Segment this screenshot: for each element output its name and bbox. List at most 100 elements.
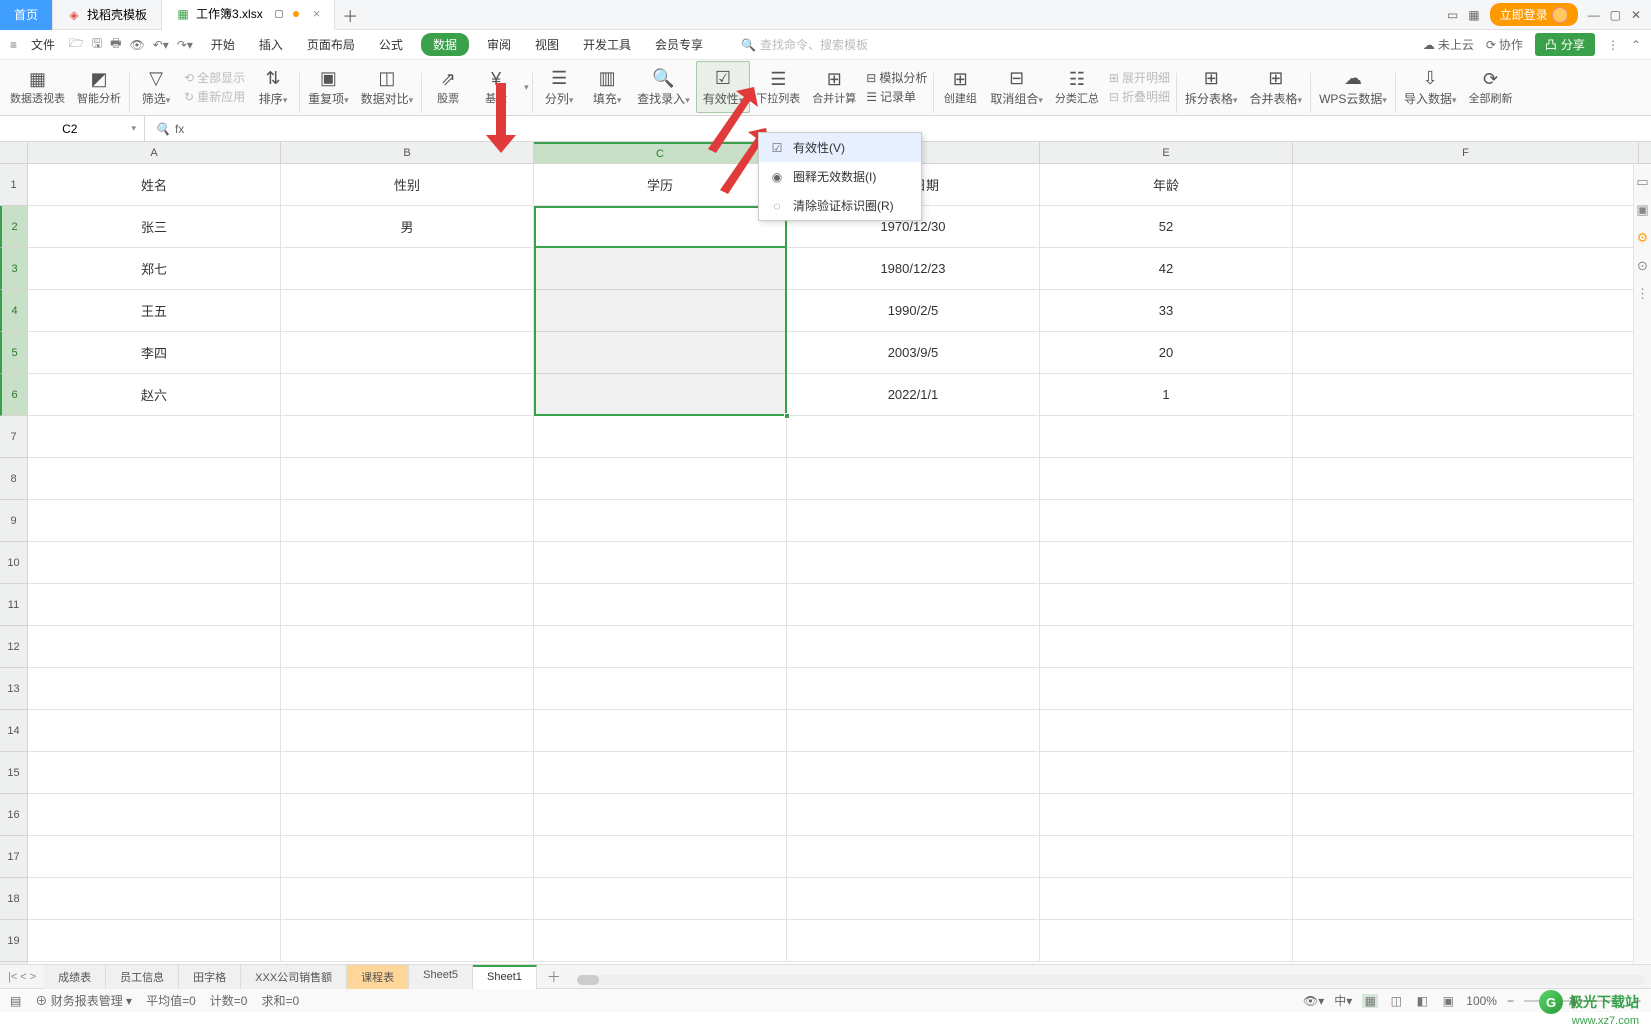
open-icon[interactable]: 🗁: [69, 34, 84, 55]
ribbon-mergetable[interactable]: ⊞合并表格▾: [1244, 61, 1309, 113]
cell[interactable]: [534, 878, 787, 919]
ribbon-group[interactable]: ⊞创建组: [936, 61, 984, 113]
caret-icon[interactable]: ⌃: [1631, 38, 1641, 52]
cell[interactable]: [534, 668, 787, 709]
view-break-icon[interactable]: ◧: [1414, 994, 1430, 1008]
save-icon[interactable]: 🖫: [92, 34, 102, 55]
ribbon-splittable[interactable]: ⊞拆分表格▾: [1179, 61, 1244, 113]
cell[interactable]: [1040, 836, 1293, 877]
side-style-icon[interactable]: ▣: [1636, 202, 1648, 218]
cell[interactable]: 王五: [28, 290, 281, 331]
cell[interactable]: [1040, 542, 1293, 583]
tab-add-button[interactable]: ＋: [335, 3, 365, 27]
tab-template[interactable]: ◈ 找稻壳模板: [53, 0, 162, 30]
cell[interactable]: [1293, 836, 1639, 877]
cell[interactable]: 33: [1040, 290, 1293, 331]
side-select-icon[interactable]: ▭: [1636, 174, 1648, 190]
ribbon-pivot[interactable]: ▦数据透视表: [4, 61, 71, 113]
dropdown-validity[interactable]: ☑ 有效性(V): [759, 133, 921, 162]
cell[interactable]: [534, 500, 787, 541]
cell[interactable]: [787, 626, 1040, 667]
menu-insert[interactable]: 插入: [253, 33, 289, 56]
cell[interactable]: [534, 710, 787, 751]
cell[interactable]: [1040, 920, 1293, 961]
ribbon-consolidate[interactable]: ⊞合并计算: [806, 61, 862, 113]
cell[interactable]: [787, 836, 1040, 877]
cell[interactable]: 张三: [28, 206, 281, 247]
cell[interactable]: [28, 500, 281, 541]
ribbon-expand[interactable]: ⊞ 展开明细: [1109, 69, 1170, 86]
menu-file[interactable]: 文件: [25, 33, 61, 56]
cell[interactable]: [1293, 710, 1639, 751]
sheet-tab[interactable]: 成绩表: [44, 965, 106, 989]
cell[interactable]: [281, 416, 534, 457]
cell[interactable]: [534, 752, 787, 793]
cell[interactable]: [534, 626, 787, 667]
cell[interactable]: [787, 710, 1040, 751]
cell[interactable]: [787, 542, 1040, 583]
sheet-tab[interactable]: Sheet5: [409, 965, 473, 989]
cell[interactable]: [787, 584, 1040, 625]
cell[interactable]: [281, 500, 534, 541]
side-more-icon[interactable]: ⋮: [1636, 286, 1649, 302]
cell[interactable]: 李四: [28, 332, 281, 373]
ribbon-textcols[interactable]: ☰分列▾: [535, 61, 583, 113]
cell[interactable]: [1293, 206, 1639, 247]
cell[interactable]: 郑七: [28, 248, 281, 289]
cell[interactable]: [1040, 626, 1293, 667]
share-button[interactable]: 凸分享: [1535, 33, 1595, 56]
cell[interactable]: [1293, 500, 1639, 541]
cell[interactable]: [1040, 458, 1293, 499]
undo-icon[interactable]: ↶▾: [153, 38, 169, 52]
cell[interactable]: [1040, 500, 1293, 541]
ribbon-filter[interactable]: ▽筛选▾: [132, 61, 180, 113]
cell[interactable]: 1980/12/23: [787, 248, 1040, 289]
cell[interactable]: [1293, 794, 1639, 835]
cell[interactable]: [1293, 878, 1639, 919]
cell[interactable]: [787, 920, 1040, 961]
cell[interactable]: [787, 752, 1040, 793]
sheet-tab[interactable]: 员工信息: [106, 965, 179, 989]
sheet-hscroll[interactable]: [577, 968, 1645, 985]
cell[interactable]: [28, 794, 281, 835]
ribbon-simulate[interactable]: ⊟ 模拟分析: [866, 69, 927, 86]
layout-icon[interactable]: ▭: [1447, 8, 1458, 22]
dropdown-clear-circles[interactable]: ◌ 清除验证标识圈(R): [759, 191, 921, 220]
cell[interactable]: [534, 836, 787, 877]
cell[interactable]: [1040, 710, 1293, 751]
rowhdr-12[interactable]: 12: [0, 626, 27, 668]
view-normal-icon[interactable]: ▦: [1362, 994, 1378, 1008]
ribbon-showall[interactable]: ⟲ 全部显示: [184, 69, 245, 86]
menu-devtools[interactable]: 开发工具: [577, 33, 637, 56]
cell[interactable]: [281, 710, 534, 751]
cell[interactable]: [1040, 584, 1293, 625]
rowhdr-2[interactable]: 2: [0, 206, 27, 248]
colhdr-E[interactable]: E: [1040, 142, 1293, 163]
cell[interactable]: [28, 710, 281, 751]
rowhdr-18[interactable]: 18: [0, 878, 27, 920]
cell[interactable]: [28, 752, 281, 793]
cell[interactable]: [281, 458, 534, 499]
cell[interactable]: [28, 416, 281, 457]
sheet-prev-icon[interactable]: <: [20, 971, 26, 983]
hamburger-icon[interactable]: ≡: [10, 38, 17, 52]
cell[interactable]: [1293, 920, 1639, 961]
menu-review[interactable]: 审阅: [481, 33, 517, 56]
cell[interactable]: [281, 290, 534, 331]
collab-button[interactable]: ⟳协作: [1486, 36, 1523, 53]
cell[interactable]: [534, 920, 787, 961]
cell[interactable]: [1040, 668, 1293, 709]
command-search[interactable]: 🔍 查找命令、搜索模板: [741, 36, 868, 53]
ribbon-fill[interactable]: ▥填充▾: [583, 61, 631, 113]
preview-icon[interactable]: 👁: [129, 38, 144, 52]
cell[interactable]: 姓名: [28, 164, 281, 205]
tab-home[interactable]: 首页: [0, 0, 53, 30]
ribbon-validity[interactable]: ☑有效性▾: [696, 61, 751, 113]
cell[interactable]: [1293, 458, 1639, 499]
cell[interactable]: [281, 626, 534, 667]
cell[interactable]: [1293, 332, 1639, 373]
rowhdr-6[interactable]: 6: [0, 374, 27, 416]
cell[interactable]: [28, 542, 281, 583]
cell[interactable]: [28, 878, 281, 919]
sheet-tab[interactable]: 田字格: [179, 965, 241, 989]
